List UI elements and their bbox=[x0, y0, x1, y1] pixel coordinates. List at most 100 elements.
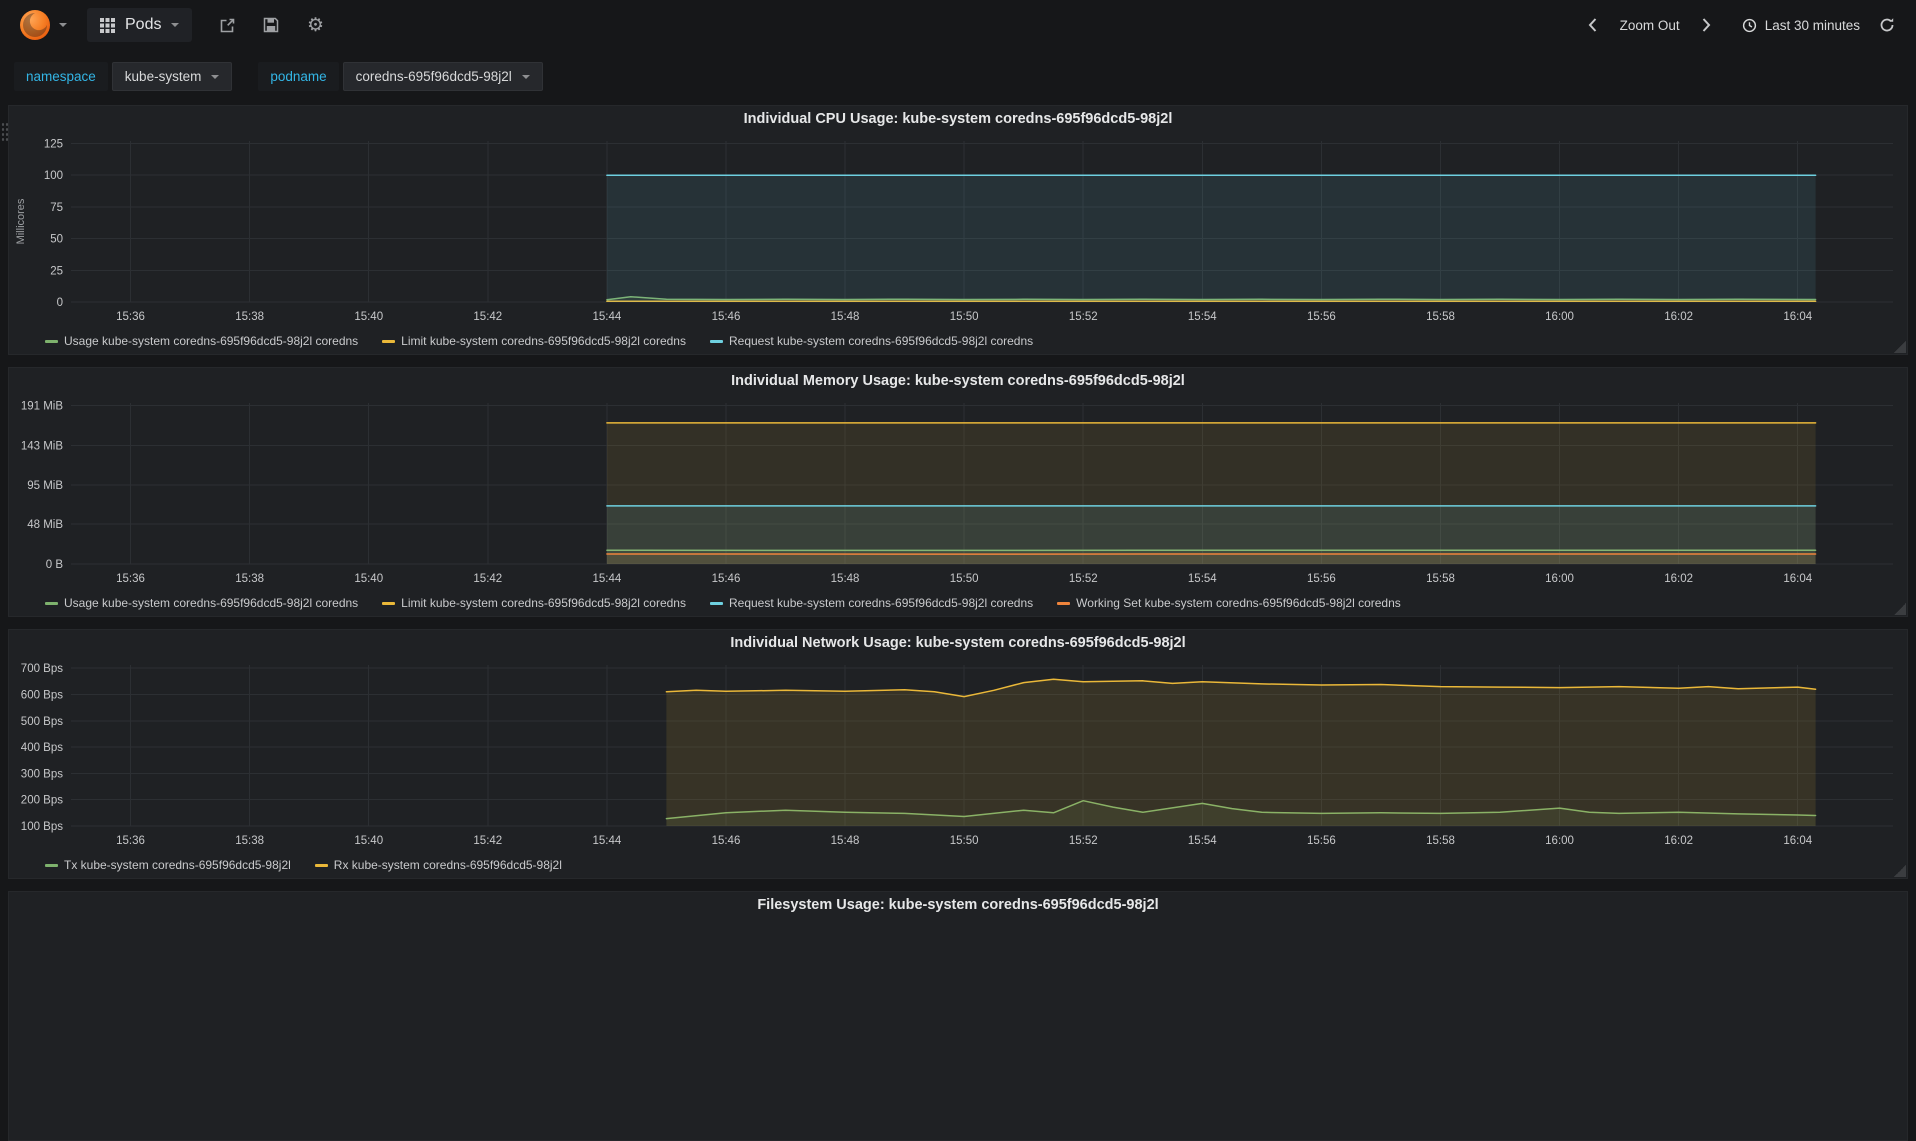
legend-series-marker bbox=[45, 339, 58, 343]
legend-series-marker bbox=[709, 601, 723, 605]
chevron-down-icon bbox=[521, 74, 530, 79]
legend-series-marker bbox=[382, 339, 396, 343]
svg-text:15:38: 15:38 bbox=[235, 573, 264, 585]
svg-text:15:50: 15:50 bbox=[950, 311, 979, 323]
grafana-logo-menu[interactable] bbox=[18, 8, 67, 42]
svg-text:15:48: 15:48 bbox=[831, 311, 860, 323]
svg-text:75: 75 bbox=[50, 202, 63, 214]
zoom-out-button[interactable]: Zoom Out bbox=[1620, 18, 1680, 33]
legend-series-marker bbox=[314, 863, 328, 867]
dashboard-grid-icon bbox=[100, 17, 115, 33]
svg-text:16:00: 16:00 bbox=[1545, 311, 1574, 323]
template-variables-row: namespace kube-system podname coredns-69… bbox=[0, 50, 1916, 103]
time-shift-right-button[interactable] bbox=[1696, 14, 1718, 36]
refresh-icon bbox=[1880, 18, 1894, 32]
svg-text:15:36: 15:36 bbox=[116, 573, 145, 585]
svg-text:700 Bps: 700 Bps bbox=[21, 663, 63, 675]
svg-text:15:58: 15:58 bbox=[1426, 573, 1455, 585]
legend-item[interactable]: Request kube-system coredns-695f96dcd5-9… bbox=[709, 596, 1034, 610]
dashboard-picker[interactable]: Pods bbox=[87, 8, 193, 42]
svg-text:16:04: 16:04 bbox=[1783, 311, 1812, 323]
gear-icon: ⚙ bbox=[306, 14, 324, 36]
svg-text:15:54: 15:54 bbox=[1188, 835, 1217, 847]
legend-item[interactable]: Tx kube-system coredns-695f96dcd5-98j2l bbox=[45, 858, 291, 872]
svg-text:16:02: 16:02 bbox=[1664, 311, 1693, 323]
svg-text:15:50: 15:50 bbox=[950, 835, 979, 847]
svg-text:16:02: 16:02 bbox=[1664, 573, 1693, 585]
panel-title[interactable]: Individual Network Usage: kube-system co… bbox=[9, 630, 1907, 657]
filesystem-usage-chart[interactable] bbox=[9, 919, 1907, 1116]
save-dashboard-button[interactable] bbox=[260, 14, 282, 36]
legend-item[interactable]: Working Set kube-system coredns-695f96dc… bbox=[1057, 596, 1401, 610]
svg-text:400 Bps: 400 Bps bbox=[21, 742, 63, 754]
legend-item[interactable]: Rx kube-system coredns-695f96dcd5-98j2l bbox=[314, 858, 562, 872]
chevron-down-icon bbox=[211, 74, 220, 79]
dashboard-actions: ⚙ bbox=[216, 14, 326, 36]
svg-text:0: 0 bbox=[57, 297, 63, 309]
variable-namespace: namespace kube-system bbox=[14, 62, 233, 91]
dashboard-picker-caret-icon bbox=[171, 23, 180, 27]
svg-text:15:48: 15:48 bbox=[831, 835, 860, 847]
time-range-picker[interactable]: Last 30 minutes bbox=[1742, 18, 1860, 33]
svg-text:15:40: 15:40 bbox=[354, 573, 383, 585]
svg-text:15:56: 15:56 bbox=[1307, 835, 1336, 847]
panel-resize-handle[interactable] bbox=[1894, 603, 1906, 615]
svg-text:125: 125 bbox=[44, 139, 63, 151]
network-plot-svg: 15:36 15:38 15:40 15:42 15:44 15:46 15:48 15:50… bbox=[21, 663, 1893, 847]
svg-text:15:52: 15:52 bbox=[1069, 835, 1098, 847]
panel-resize-handle[interactable] bbox=[1894, 341, 1906, 353]
svg-text:15:38: 15:38 bbox=[235, 835, 264, 847]
svg-text:15:46: 15:46 bbox=[712, 835, 741, 847]
svg-text:15:46: 15:46 bbox=[712, 311, 741, 323]
svg-text:143 MiB: 143 MiB bbox=[21, 440, 64, 452]
svg-text:16:04: 16:04 bbox=[1783, 835, 1812, 847]
legend-series-marker bbox=[45, 601, 58, 605]
panel-title[interactable]: Individual Memory Usage: kube-system cor… bbox=[9, 368, 1907, 395]
panel-resize-handle[interactable] bbox=[1894, 865, 1906, 877]
dashboard-settings-button[interactable]: ⚙ bbox=[304, 14, 326, 36]
svg-text:15:56: 15:56 bbox=[1307, 573, 1336, 585]
svg-text:15:54: 15:54 bbox=[1188, 311, 1217, 323]
legend-series-name: Tx kube-system coredns-695f96dcd5-98j2l bbox=[64, 858, 291, 872]
svg-text:100 Bps: 100 Bps bbox=[21, 821, 63, 833]
cpu-usage-chart[interactable]: 15:36 15:38 15:40 15:42 15:44 15:46 15:48 15:50… bbox=[9, 133, 1907, 330]
variable-namespace-dropdown[interactable]: kube-system bbox=[111, 62, 233, 91]
svg-text:15:44: 15:44 bbox=[592, 835, 621, 847]
legend-item[interactable]: Request kube-system coredns-695f96dcd5-9… bbox=[709, 334, 1034, 348]
variable-podname-dropdown[interactable]: coredns-695f96dcd5-98j2l bbox=[342, 62, 543, 91]
legend-series-name: Request kube-system coredns-695f96dcd5-9… bbox=[728, 596, 1034, 610]
svg-text:15:52: 15:52 bbox=[1069, 573, 1098, 585]
dashboard-title: Pods bbox=[125, 16, 162, 33]
svg-text:16:00: 16:00 bbox=[1545, 835, 1574, 847]
legend-series-name: Request kube-system coredns-695f96dcd5-9… bbox=[728, 334, 1034, 348]
refresh-button[interactable] bbox=[1876, 14, 1898, 36]
share-button[interactable] bbox=[216, 14, 238, 36]
variable-podname-label: podname bbox=[258, 62, 339, 91]
svg-text:300 Bps: 300 Bps bbox=[21, 768, 63, 780]
legend-series-marker bbox=[709, 339, 723, 343]
svg-text:Millicores: Millicores bbox=[15, 198, 27, 244]
time-controls: Zoom Out Last 30 minutes bbox=[1582, 14, 1898, 36]
svg-text:16:04: 16:04 bbox=[1783, 573, 1812, 585]
svg-text:600 Bps: 600 Bps bbox=[21, 689, 63, 701]
legend-item[interactable]: Limit kube-system coredns-695f96dcd5-98j… bbox=[382, 596, 686, 610]
save-icon bbox=[264, 17, 279, 33]
network-usage-legend: Tx kube-system coredns-695f96dcd5-98j2l R… bbox=[9, 854, 1907, 876]
panel-title[interactable]: Individual CPU Usage: kube-system coredn… bbox=[9, 106, 1907, 133]
cpu-plot-svg: 15:36 15:38 15:40 15:42 15:44 15:46 15:48 15:50… bbox=[15, 139, 1893, 323]
svg-text:191 MiB: 191 MiB bbox=[21, 400, 64, 412]
top-navbar: Pods ⚙ Zoom Out Last 30 minutes bbox=[0, 0, 1916, 50]
legend-item[interactable]: Usage kube-system coredns-695f96dcd5-98j… bbox=[45, 334, 358, 348]
svg-text:15:36: 15:36 bbox=[116, 835, 145, 847]
memory-usage-chart[interactable]: 15:36 15:38 15:40 15:42 15:44 15:46 15:48 15:50… bbox=[9, 395, 1907, 592]
legend-series-name: Working Set kube-system coredns-695f96dc… bbox=[1076, 596, 1401, 610]
time-range-label: Last 30 minutes bbox=[1764, 17, 1860, 33]
legend-series-name: Rx kube-system coredns-695f96dcd5-98j2l bbox=[333, 858, 562, 872]
legend-item[interactable]: Usage kube-system coredns-695f96dcd5-98j… bbox=[45, 596, 358, 610]
time-shift-left-button[interactable] bbox=[1582, 14, 1604, 36]
network-usage-chart[interactable]: 15:36 15:38 15:40 15:42 15:44 15:46 15:48 15:50… bbox=[9, 657, 1907, 854]
legend-series-name: Usage kube-system coredns-695f96dcd5-98j… bbox=[64, 334, 359, 348]
svg-text:200 Bps: 200 Bps bbox=[21, 795, 63, 807]
legend-item[interactable]: Limit kube-system coredns-695f96dcd5-98j… bbox=[382, 334, 686, 348]
panel-title[interactable]: Filesystem Usage: kube-system coredns-69… bbox=[9, 892, 1907, 919]
